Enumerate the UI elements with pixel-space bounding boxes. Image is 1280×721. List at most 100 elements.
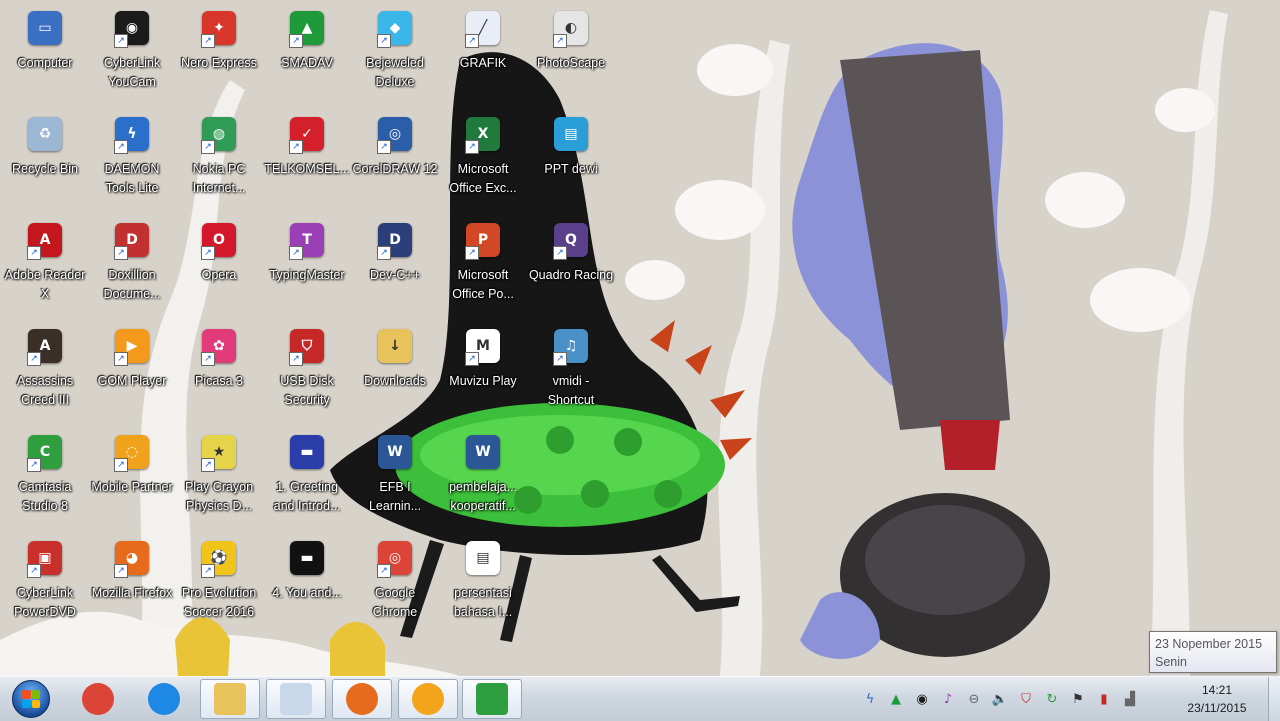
typingmaster-tray-icon[interactable]: ♪ [938, 689, 958, 709]
desktop-icon-label: EFB I Learnin... [368, 480, 422, 513]
taskbar-button-firefox[interactable] [332, 679, 392, 719]
desktop-icon[interactable]: ✦ ↗ Nero Express [176, 4, 262, 100]
desktop-icon[interactable]: ▤ PPT dewi [528, 110, 614, 206]
desktop-icon[interactable]: Wpembelaja... kooperatif... [440, 428, 526, 524]
desktop-icon[interactable]: ◎ ↗ CorelDRAW 12 [352, 110, 438, 206]
desktop-icon[interactable]: ▶ ↗ GOM Player [89, 322, 175, 418]
taskbar-button-camtasia[interactable] [462, 679, 522, 719]
show-desktop-button[interactable] [1268, 677, 1280, 721]
coreldraw-icon: ◎ ↗ [375, 114, 415, 154]
shortcut-arrow-icon: ↗ [289, 140, 303, 154]
desktop-icon-label: Doxillion Docume... [103, 268, 161, 301]
desktop-icon-label: Dev-C++ [369, 268, 421, 282]
desktop-icon[interactable]: P ↗ Microsoft Office Po... [440, 216, 526, 312]
desktop-icon-label: vmidi - Shortcut [547, 374, 595, 407]
video-file-icon-2: ▬ [287, 538, 327, 578]
desktop-icon[interactable]: C ↗ Camtasia Studio 8 [2, 428, 88, 524]
desktop-icon[interactable]: ◍ ↗ Nokia PC Internet... [176, 110, 262, 206]
desktop-icon[interactable]: D ↗ Dev-C++ [352, 216, 438, 312]
desktop-icon[interactable]: ✓ ↗ TELKOMSEL... [264, 110, 350, 206]
desktop-icon[interactable]: O ↗ Opera [176, 216, 262, 312]
desktop-icon-label: USB Disk Security [280, 374, 334, 407]
clock[interactable]: 14:21 23/11/2015 [1172, 681, 1262, 719]
shortcut-arrow-icon: ↗ [553, 352, 567, 366]
desktop-icon-label: SMADAV [281, 56, 333, 70]
desktop-icon[interactable]: W EFB I Learnin... [352, 428, 438, 524]
taskbar-button-chrome[interactable] [68, 679, 128, 719]
smadav-tray-icon[interactable]: ▲ [886, 689, 906, 709]
desktop-icon[interactable]: ✿ ↗ Picasa 3 [176, 322, 262, 418]
desktop-icon-label: Pro Evolution Soccer 2016 [181, 586, 257, 619]
downloads-folder-icon: ↓ [375, 326, 415, 366]
desktop-icon[interactable]: ▣ ↗ CyberLink PowerDVD [2, 534, 88, 630]
action-center-flag-icon[interactable]: ⚑ [1068, 689, 1088, 709]
taskbar-button-grafik[interactable] [266, 679, 326, 719]
network-error-icon[interactable]: ▟ [1120, 689, 1140, 709]
taskbar-button-winamp[interactable] [398, 679, 458, 719]
desktop-icon[interactable]: ★ ↗ Play Crayon Physics D... [176, 428, 262, 524]
desktop-icon[interactable]: A ↗ Assassins Creed III [2, 322, 88, 418]
desktop-icon[interactable]: ϟ ↗ DAEMON Tools Lite [89, 110, 175, 206]
crayon-physics-icon: ★ ↗ [199, 432, 239, 472]
desktop-icon[interactable]: ⚽ ↗ Pro Evolution Soccer 2016 [176, 534, 262, 630]
shortcut-arrow-icon: ↗ [27, 246, 41, 260]
daemon-tray-icon[interactable]: ϟ [860, 689, 880, 709]
desktop-icon[interactable]: ▤ persentasi bahasa I... [440, 534, 526, 630]
desktop-icon[interactable]: A ↗ Adobe Reader X [2, 216, 88, 312]
desktop-icon[interactable]: X ↗ Microsoft Office Exc... [440, 110, 526, 206]
shortcut-arrow-icon: ↗ [114, 140, 128, 154]
desktop-icon[interactable]: ↓ Downloads [352, 322, 438, 418]
shortcut-arrow-icon: ↗ [27, 458, 41, 472]
desktop-icon[interactable]: ◕ ↗ Mozilla Firefox [89, 534, 175, 630]
desktop-icon[interactable]: ▬ 4. You and... [264, 534, 350, 630]
desktop-icon-label: Muvizu Play [449, 374, 517, 388]
shortcut-arrow-icon: ↗ [553, 246, 567, 260]
youcam-tray-icon[interactable]: ◉ [912, 689, 932, 709]
taskbar-button-internet-explorer[interactable] [134, 679, 194, 719]
shield-tray-icon[interactable]: ⛉ [1016, 689, 1036, 709]
opera-icon: O ↗ [199, 220, 239, 260]
tooltip-date: 23 Nopember 2015 [1155, 637, 1263, 651]
desktop-icon-label: Mobile Partner [91, 480, 173, 494]
desktop-icon[interactable]: ◆ ↗ Bejeweled Deluxe [352, 4, 438, 100]
desktop-icon[interactable]: T ↗ TypingMaster [264, 216, 350, 312]
doxillion-icon: D ↗ [112, 220, 152, 260]
desktop-icon-label: 4. You and... [272, 586, 342, 600]
desktop-icon-label: pembelaja... kooperatif... [448, 480, 518, 513]
desktop-icon[interactable]: ▭ Computer [2, 4, 88, 100]
desktop-icon[interactable]: D ↗ Doxillion Docume... [89, 216, 175, 312]
desktop-icon[interactable]: ▲ ↗ SMADAV [264, 4, 350, 100]
desktop-icon[interactable]: ◎ ↗ Google Chrome [352, 534, 438, 630]
shortcut-arrow-icon: ↗ [201, 34, 215, 48]
desktop-icon[interactable]: ◌ ↗ Mobile Partner [89, 428, 175, 524]
desktop-icon-label: Quadro Racing [528, 268, 614, 282]
adobe-reader-icon: A ↗ [25, 220, 65, 260]
desktop-icon[interactable]: ♻ Recycle Bin [2, 110, 88, 206]
desktop-icon[interactable]: M ↗ Muvizu Play [440, 322, 526, 418]
shortcut-arrow-icon: ↗ [465, 140, 479, 154]
excel-icon: X ↗ [463, 114, 503, 154]
desktop-icon[interactable]: ▬ 1. Greeting and Introd... [264, 428, 350, 524]
desktop-icon[interactable]: ╱ ↗ GRAFIK [440, 4, 526, 100]
taskbar-button-explorer[interactable] [200, 679, 260, 719]
desktop-icon-label: CorelDRAW 12 [352, 162, 438, 176]
desktop-icon-label: Adobe Reader X [4, 268, 86, 301]
desktop-icon[interactable]: Q ↗ Quadro Racing [528, 216, 614, 312]
desktop-icon[interactable]: ◉ ↗ CyberLink YouCam [89, 4, 175, 100]
minus-tray-icon[interactable]: ⊖ [964, 689, 984, 709]
start-button[interactable] [8, 679, 54, 719]
shortcut-arrow-icon: ↗ [201, 458, 215, 472]
sync-tray-icon[interactable]: ↻ [1042, 689, 1062, 709]
dev-cpp-icon: D ↗ [375, 220, 415, 260]
battery-error-icon[interactable]: ▮ [1094, 689, 1114, 709]
desktop-icon[interactable]: ♫ ↗ vmidi - Shortcut [528, 322, 614, 418]
desktop-icon-label: Play Crayon Physics D... [184, 480, 254, 513]
volume-icon[interactable]: 🔈 [990, 689, 1010, 709]
desktop-icon[interactable]: ◐ ↗ PhotoScape [528, 4, 614, 100]
desktop-icon[interactable]: ⛉ ↗ USB Disk Security [264, 322, 350, 418]
computer-icon: ▭ [25, 8, 65, 48]
shortcut-arrow-icon: ↗ [289, 34, 303, 48]
desktop-icon-label: Assassins Creed III [16, 374, 74, 407]
ppt-folder-icon: ▤ [551, 114, 591, 154]
desktop-icon-label: Microsoft Office Po... [452, 268, 514, 301]
